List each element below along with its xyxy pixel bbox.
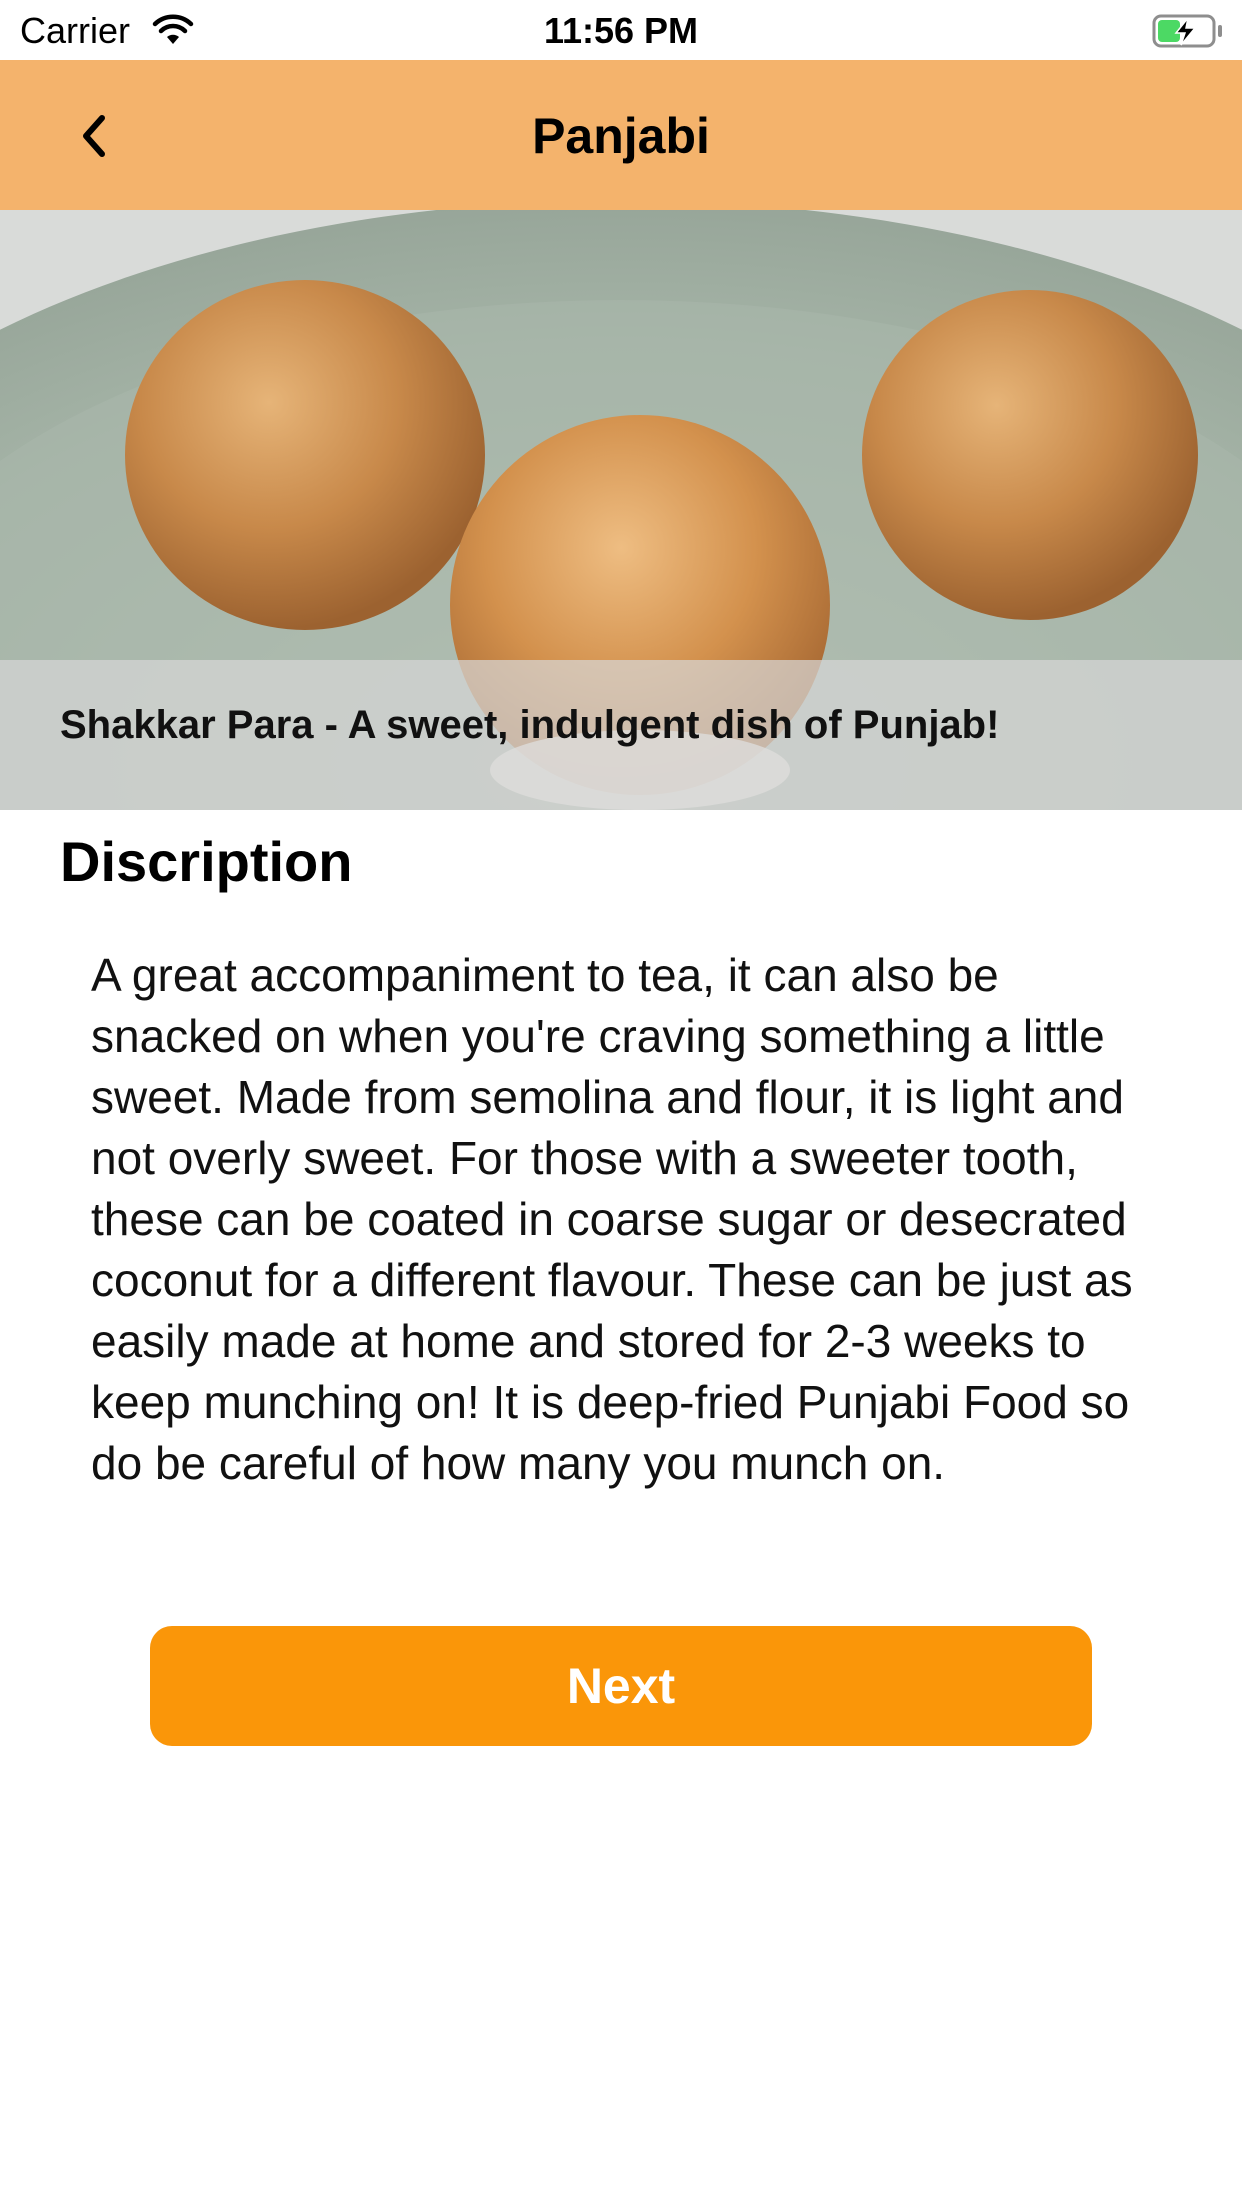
- page-title: Panjabi: [532, 108, 710, 164]
- next-button[interactable]: Next: [150, 1626, 1092, 1746]
- status-bar: Carrier 11:56 PM: [0, 0, 1242, 60]
- description-heading: Discription: [60, 830, 353, 893]
- dish-caption: Shakkar Para - A sweet, indulgent dish o…: [60, 703, 1000, 747]
- battery-charging-icon: [1152, 14, 1224, 48]
- navigation-bar: Panjabi: [0, 60, 1242, 210]
- recipe-detail-screen: Carrier 11:56 PM Panjabi Shakkar Para - …: [0, 0, 1242, 2208]
- caption-overlay: Shakkar Para - A sweet, indulgent dish o…: [0, 660, 1242, 810]
- status-time: 11:56 PM: [543, 10, 699, 51]
- dish-image: Shakkar Para - A sweet, indulgent dish o…: [0, 210, 1242, 810]
- description-text: A great accompaniment to tea, it can als…: [91, 949, 1133, 1489]
